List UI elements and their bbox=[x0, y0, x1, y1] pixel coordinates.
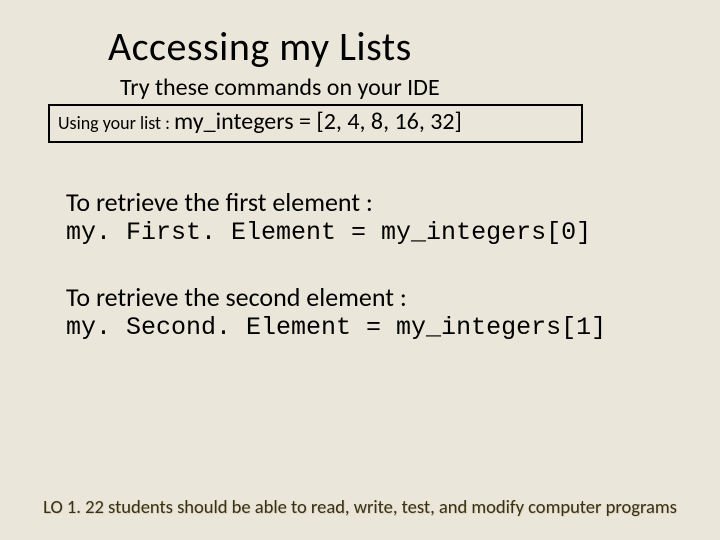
slide-subtitle: Try these commands on your IDE bbox=[120, 73, 672, 102]
section-code: my. Second. Element = my_integers[1] bbox=[66, 313, 662, 343]
slide: Accessing my Lists Try these commands on… bbox=[0, 0, 720, 540]
box-code: my_integers = [2, 4, 8, 16, 32] bbox=[174, 107, 462, 136]
list-definition-box: Using your list : my_integers = [2, 4, 8… bbox=[48, 104, 583, 143]
section-intro: To retrieve the first element : bbox=[66, 187, 662, 218]
section-first-element: To retrieve the first element : my. Firs… bbox=[66, 187, 662, 248]
box-prefix: Using your list : bbox=[58, 112, 174, 134]
slide-title: Accessing my Lists bbox=[108, 22, 672, 71]
slide-body: To retrieve the first element : my. Firs… bbox=[48, 187, 672, 343]
section-intro: To retrieve the second element : bbox=[66, 282, 662, 313]
learning-outcome-footer: LO 1. 22 students should be able to read… bbox=[0, 495, 720, 518]
section-second-element: To retrieve the second element : my. Sec… bbox=[66, 282, 662, 343]
section-code: my. First. Element = my_integers[0] bbox=[66, 218, 662, 248]
